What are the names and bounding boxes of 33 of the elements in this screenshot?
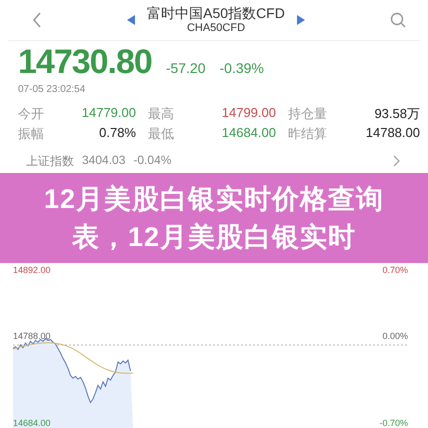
- axis-label: 14788.00: [13, 331, 51, 341]
- price-change: -57.20: [166, 60, 206, 76]
- instrument-code: CHA50CFD: [186, 21, 246, 35]
- axis-label: 0.70%: [382, 265, 408, 275]
- stat-value: 0.78%: [98, 125, 136, 142]
- axis-label: 14684.00: [13, 418, 51, 428]
- back-icon[interactable]: [32, 12, 42, 28]
- percent-change: -0.39%: [220, 60, 264, 76]
- instrument-title: 富时中国A50指数CFD: [147, 5, 285, 21]
- stat-label: 今开: [18, 105, 45, 123]
- stat-value: 14788.00: [364, 125, 420, 142]
- axis-label: 14892.00: [13, 265, 51, 275]
- stat-value: 14684.00: [220, 125, 276, 142]
- chevron-icon[interactable]: [393, 155, 400, 167]
- axis-label: -0.70%: [379, 418, 408, 428]
- stat-label: 持仓量: [288, 105, 328, 123]
- stat-value: 14799.00: [220, 105, 276, 122]
- stat-label: 最低: [148, 125, 175, 143]
- index-change: -0.04%: [133, 152, 172, 168]
- stat-label: 振幅: [18, 125, 45, 143]
- stat-label: 昨结算: [288, 125, 328, 143]
- stat-label: 最高: [148, 105, 175, 123]
- stat-value: 93.58万: [373, 105, 420, 123]
- banner-title: 12月美股白银实时价格查询表，12月美股白银实时: [42, 183, 386, 254]
- last-price: 14730.80: [18, 43, 152, 82]
- next-icon[interactable]: [296, 15, 305, 25]
- search-icon[interactable]: [390, 12, 406, 28]
- axis-label: 0.00%: [382, 331, 408, 341]
- index-name: 上证指数: [26, 152, 74, 170]
- stat-value: 14779.00: [80, 105, 136, 122]
- previous-icon[interactable]: [127, 15, 136, 25]
- index-value: 3404.03: [82, 152, 126, 168]
- timestamp: 07-05 23:02:54: [17, 84, 86, 95]
